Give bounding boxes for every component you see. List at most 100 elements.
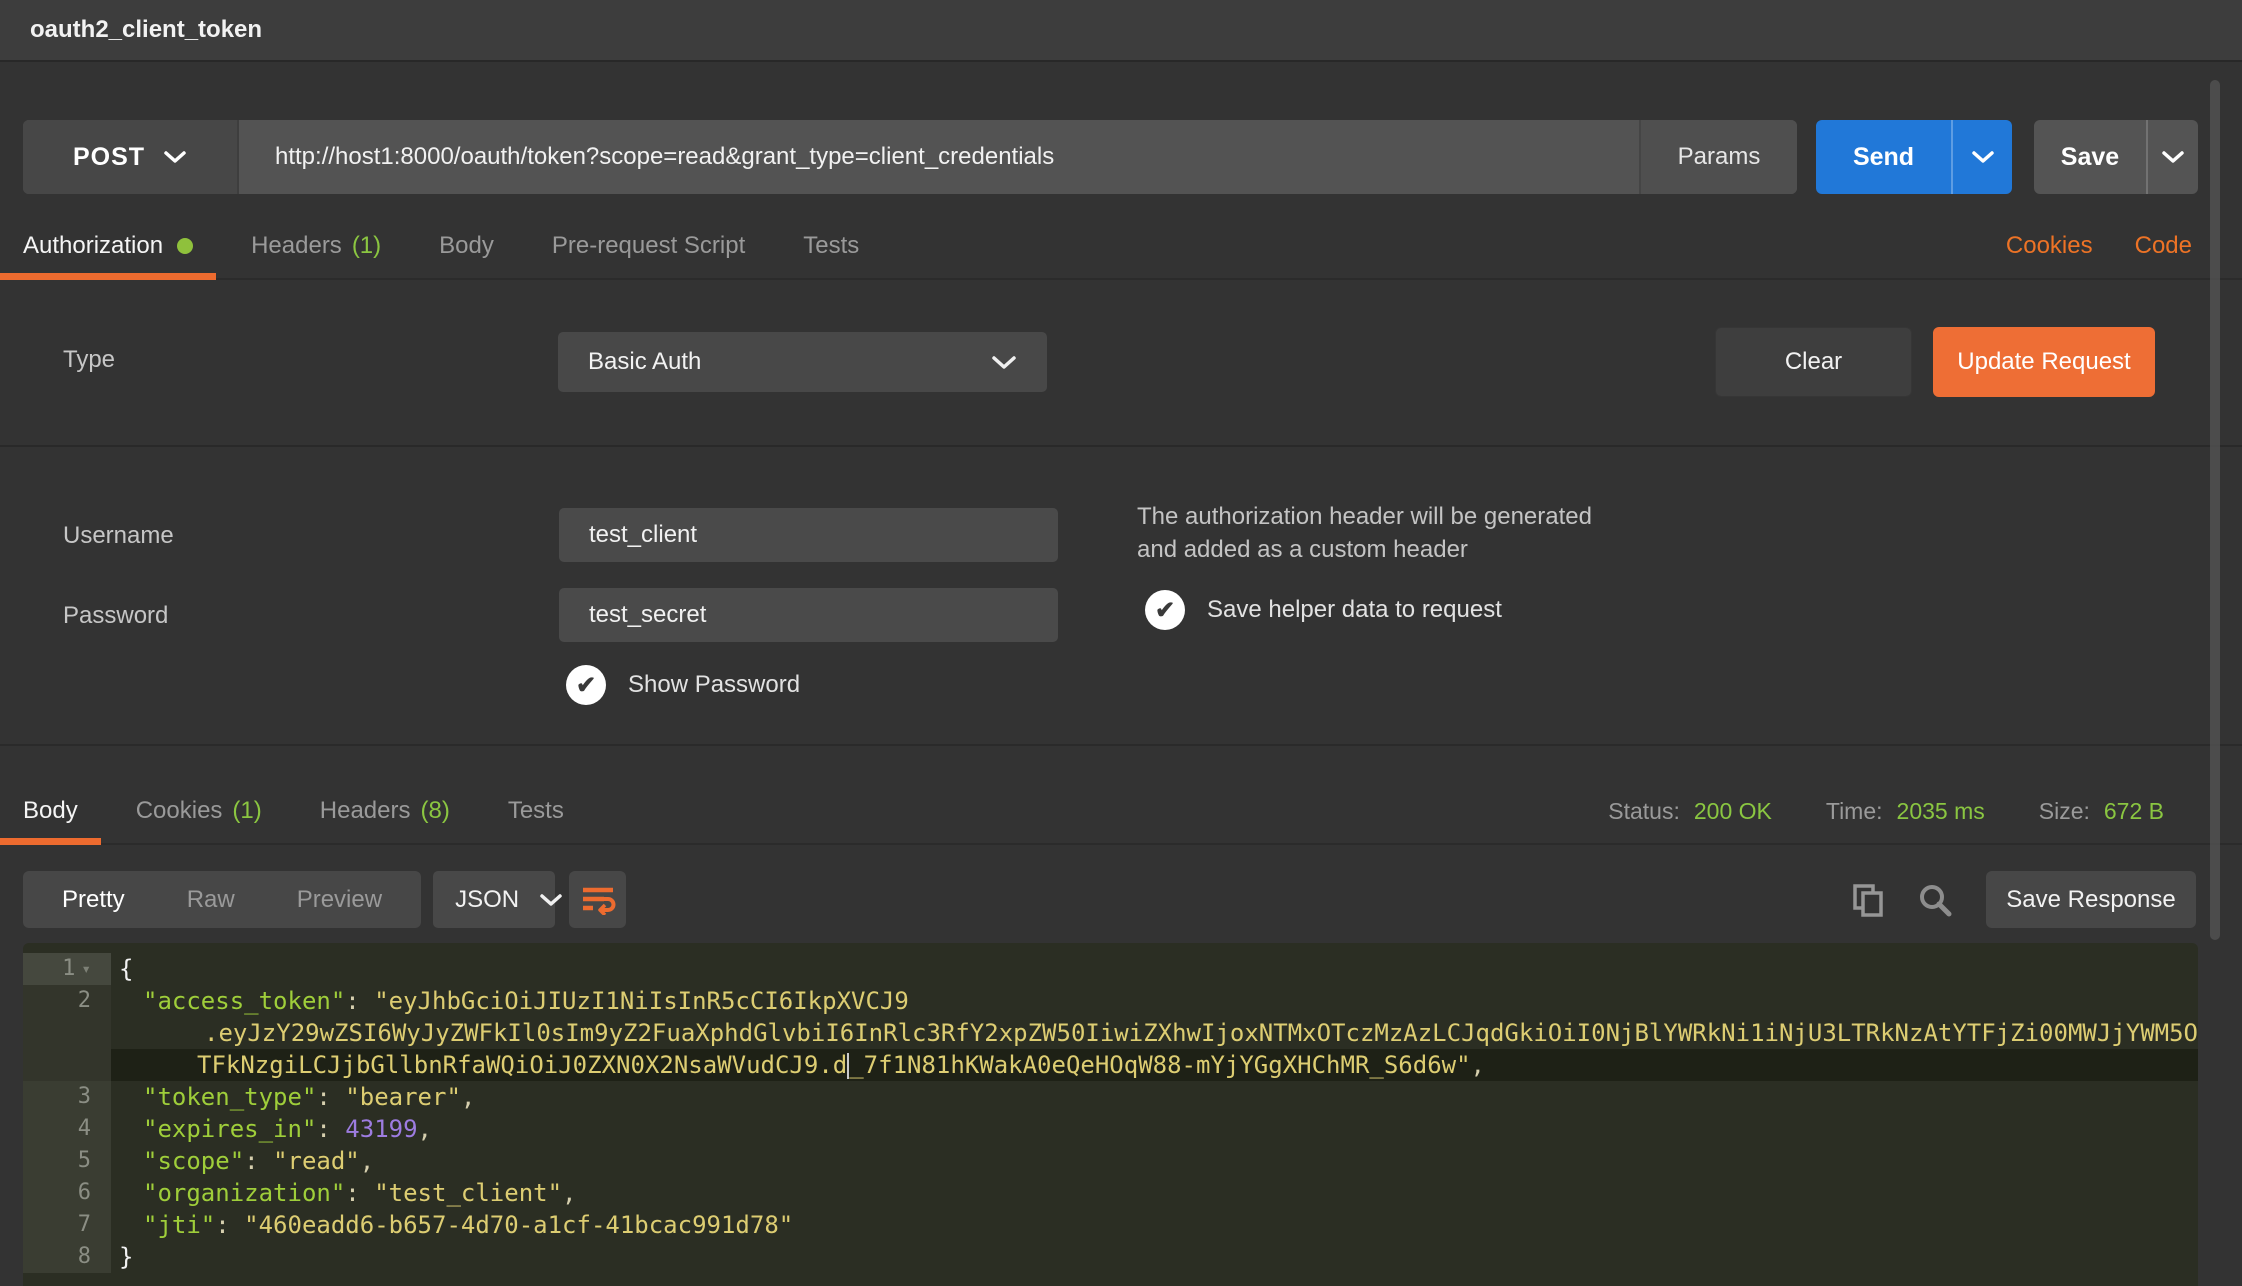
code-text: "token_type": "bearer", bbox=[111, 1081, 2198, 1113]
code-line[interactable]: 8} bbox=[23, 1241, 2198, 1273]
collapse-caret-icon[interactable]: ▾ bbox=[81, 953, 91, 985]
request-bar: POST Params Send Save bbox=[23, 120, 2198, 194]
username-field[interactable] bbox=[559, 508, 1058, 562]
code-line[interactable]: .eyJzY29wZSI6WyJyZWFkIl0sIm9yZ2FuaXphdGl… bbox=[23, 1017, 2198, 1049]
code-line[interactable]: 5"scope": "read", bbox=[23, 1145, 2198, 1177]
vertical-scrollbar[interactable] bbox=[2210, 80, 2220, 940]
tab-authorization[interactable]: Authorization bbox=[23, 214, 193, 278]
show-password-checkbox[interactable]: ✔ Show Password bbox=[566, 665, 800, 705]
request-tab-bar: oauth2_client_token bbox=[0, 0, 2242, 62]
tab-body[interactable]: Body bbox=[439, 214, 494, 278]
checkmark-icon: ✔ bbox=[566, 665, 606, 705]
view-preview[interactable]: Preview bbox=[266, 886, 413, 914]
auth-type-dropdown[interactable]: Basic Auth bbox=[558, 332, 1047, 392]
save-helper-checkbox[interactable]: ✔ Save helper data to request bbox=[1145, 590, 1502, 630]
params-button[interactable]: Params bbox=[1639, 120, 1797, 194]
code-text: "access_token": "eyJhbGciOiJIUzI1NiIsInR… bbox=[111, 985, 2198, 1017]
line-number-gutter: 3 bbox=[23, 1081, 111, 1113]
status-value: 200 OK bbox=[1694, 798, 1772, 825]
code-line[interactable]: 2"access_token": "eyJhbGciOiJIUzI1NiIsIn… bbox=[23, 985, 2198, 1017]
line-number-gutter bbox=[23, 1049, 111, 1081]
save-response-button[interactable]: Save Response bbox=[1986, 871, 2196, 928]
method-dropdown[interactable]: POST bbox=[23, 120, 239, 194]
format-dropdown[interactable]: JSON bbox=[433, 871, 555, 928]
code-text: "scope": "read", bbox=[111, 1145, 2198, 1177]
send-button[interactable]: Send bbox=[1816, 120, 1951, 194]
line-number-gutter: 2 bbox=[23, 985, 111, 1017]
time-value: 2035 ms bbox=[1897, 798, 1985, 825]
code-text: } bbox=[111, 1241, 2198, 1273]
view-raw[interactable]: Raw bbox=[156, 886, 266, 914]
url-input[interactable] bbox=[239, 120, 1639, 194]
line-number-gutter bbox=[23, 1017, 111, 1049]
send-options-button[interactable] bbox=[1951, 120, 2012, 194]
time-label: Time: bbox=[1826, 798, 1883, 825]
copy-icon[interactable] bbox=[1852, 883, 1884, 917]
line-number-gutter: 5 bbox=[23, 1145, 111, 1177]
postman-window: oauth2_client_token POST Params Send Sav… bbox=[0, 0, 2242, 1286]
response-body-viewer[interactable]: 1▾{2"access_token": "eyJhbGciOiJIUzI1NiI… bbox=[23, 943, 2198, 1286]
response-tab-headers[interactable]: Headers (8) bbox=[320, 779, 450, 843]
response-panel: Body Cookies (1) Headers (8) Tests Statu… bbox=[0, 744, 2242, 1286]
method-label: POST bbox=[73, 143, 145, 172]
response-tab-tests[interactable]: Tests bbox=[508, 779, 564, 843]
tab-label: Cookies bbox=[136, 797, 223, 825]
update-request-button[interactable]: Update Request bbox=[1933, 327, 2155, 397]
tab-label: Body bbox=[439, 232, 494, 260]
code-text: .eyJzY29wZSI6WyJyZWFkIl0sIm9yZ2FuaXphdGl… bbox=[111, 1017, 2198, 1049]
code-line[interactable]: 1▾{ bbox=[23, 953, 2198, 985]
format-value: JSON bbox=[455, 886, 519, 914]
code-line[interactable]: TFkNzgiLCJjbGllbnRfaWQiOiJ0ZXN0X2NsaWVud… bbox=[23, 1049, 2198, 1081]
line-number-gutter: 8 bbox=[23, 1241, 111, 1273]
code-text: "expires_in": 43199, bbox=[111, 1113, 2198, 1145]
cookies-link[interactable]: Cookies bbox=[2006, 232, 2093, 260]
chevron-down-icon bbox=[1972, 151, 1994, 164]
code-line[interactable]: 3"token_type": "bearer", bbox=[23, 1081, 2198, 1113]
username-label: Username bbox=[63, 522, 174, 550]
auth-configured-dot-icon bbox=[177, 238, 193, 254]
tab-label: Authorization bbox=[23, 232, 163, 260]
tab-headers[interactable]: Headers (1) bbox=[251, 214, 381, 278]
response-tab-cookies[interactable]: Cookies (1) bbox=[136, 779, 262, 843]
tab-pre-request-script[interactable]: Pre-request Script bbox=[552, 214, 745, 278]
size-label: Size: bbox=[2039, 798, 2090, 825]
divider bbox=[0, 445, 2242, 447]
tab-tests[interactable]: Tests bbox=[803, 214, 859, 278]
save-button[interactable]: Save bbox=[2034, 120, 2146, 194]
show-password-label: Show Password bbox=[628, 671, 800, 699]
view-pretty[interactable]: Pretty bbox=[31, 886, 156, 914]
word-wrap-icon bbox=[580, 885, 616, 915]
tab-count: (1) bbox=[232, 797, 261, 825]
password-field[interactable] bbox=[559, 588, 1058, 642]
auth-type-value: Basic Auth bbox=[588, 348, 701, 376]
tab-count: (8) bbox=[420, 797, 449, 825]
tab-label: Tests bbox=[803, 232, 859, 260]
save-split-button: Save bbox=[2034, 120, 2198, 194]
chevron-down-icon bbox=[2162, 151, 2184, 164]
size-value: 672 B bbox=[2104, 798, 2164, 825]
status-label: Status: bbox=[1608, 798, 1680, 825]
chevron-down-icon bbox=[991, 355, 1017, 370]
view-mode-group: Pretty Raw Preview bbox=[23, 871, 421, 928]
tab-label: Body bbox=[23, 797, 78, 825]
checkmark-icon: ✔ bbox=[1145, 590, 1185, 630]
chevron-down-icon bbox=[539, 893, 563, 907]
code-link[interactable]: Code bbox=[2135, 232, 2192, 260]
request-tabs: Authorization Headers (1) Body Pre-reque… bbox=[0, 214, 2242, 280]
code-line[interactable]: 6"organization": "test_client", bbox=[23, 1177, 2198, 1209]
line-number-gutter: 4 bbox=[23, 1113, 111, 1145]
line-number-gutter: 1▾ bbox=[23, 953, 111, 985]
toolbar-right: Save Response bbox=[1852, 871, 2196, 928]
search-icon[interactable] bbox=[1918, 883, 1952, 917]
tab-label: Headers bbox=[251, 232, 342, 260]
request-tab-title[interactable]: oauth2_client_token bbox=[0, 16, 262, 44]
response-tab-body[interactable]: Body bbox=[23, 779, 78, 843]
word-wrap-button[interactable] bbox=[569, 871, 626, 928]
send-split-button: Send bbox=[1816, 120, 2012, 194]
code-line[interactable]: 7"jti": "460eadd6-b657-4d70-a1cf-41bcac9… bbox=[23, 1209, 2198, 1241]
save-options-button[interactable] bbox=[2146, 120, 2198, 194]
code-line[interactable]: 4"expires_in": 43199, bbox=[23, 1113, 2198, 1145]
line-number-gutter: 7 bbox=[23, 1209, 111, 1241]
request-links: Cookies Code bbox=[2006, 232, 2242, 260]
clear-button[interactable]: Clear bbox=[1715, 327, 1912, 397]
